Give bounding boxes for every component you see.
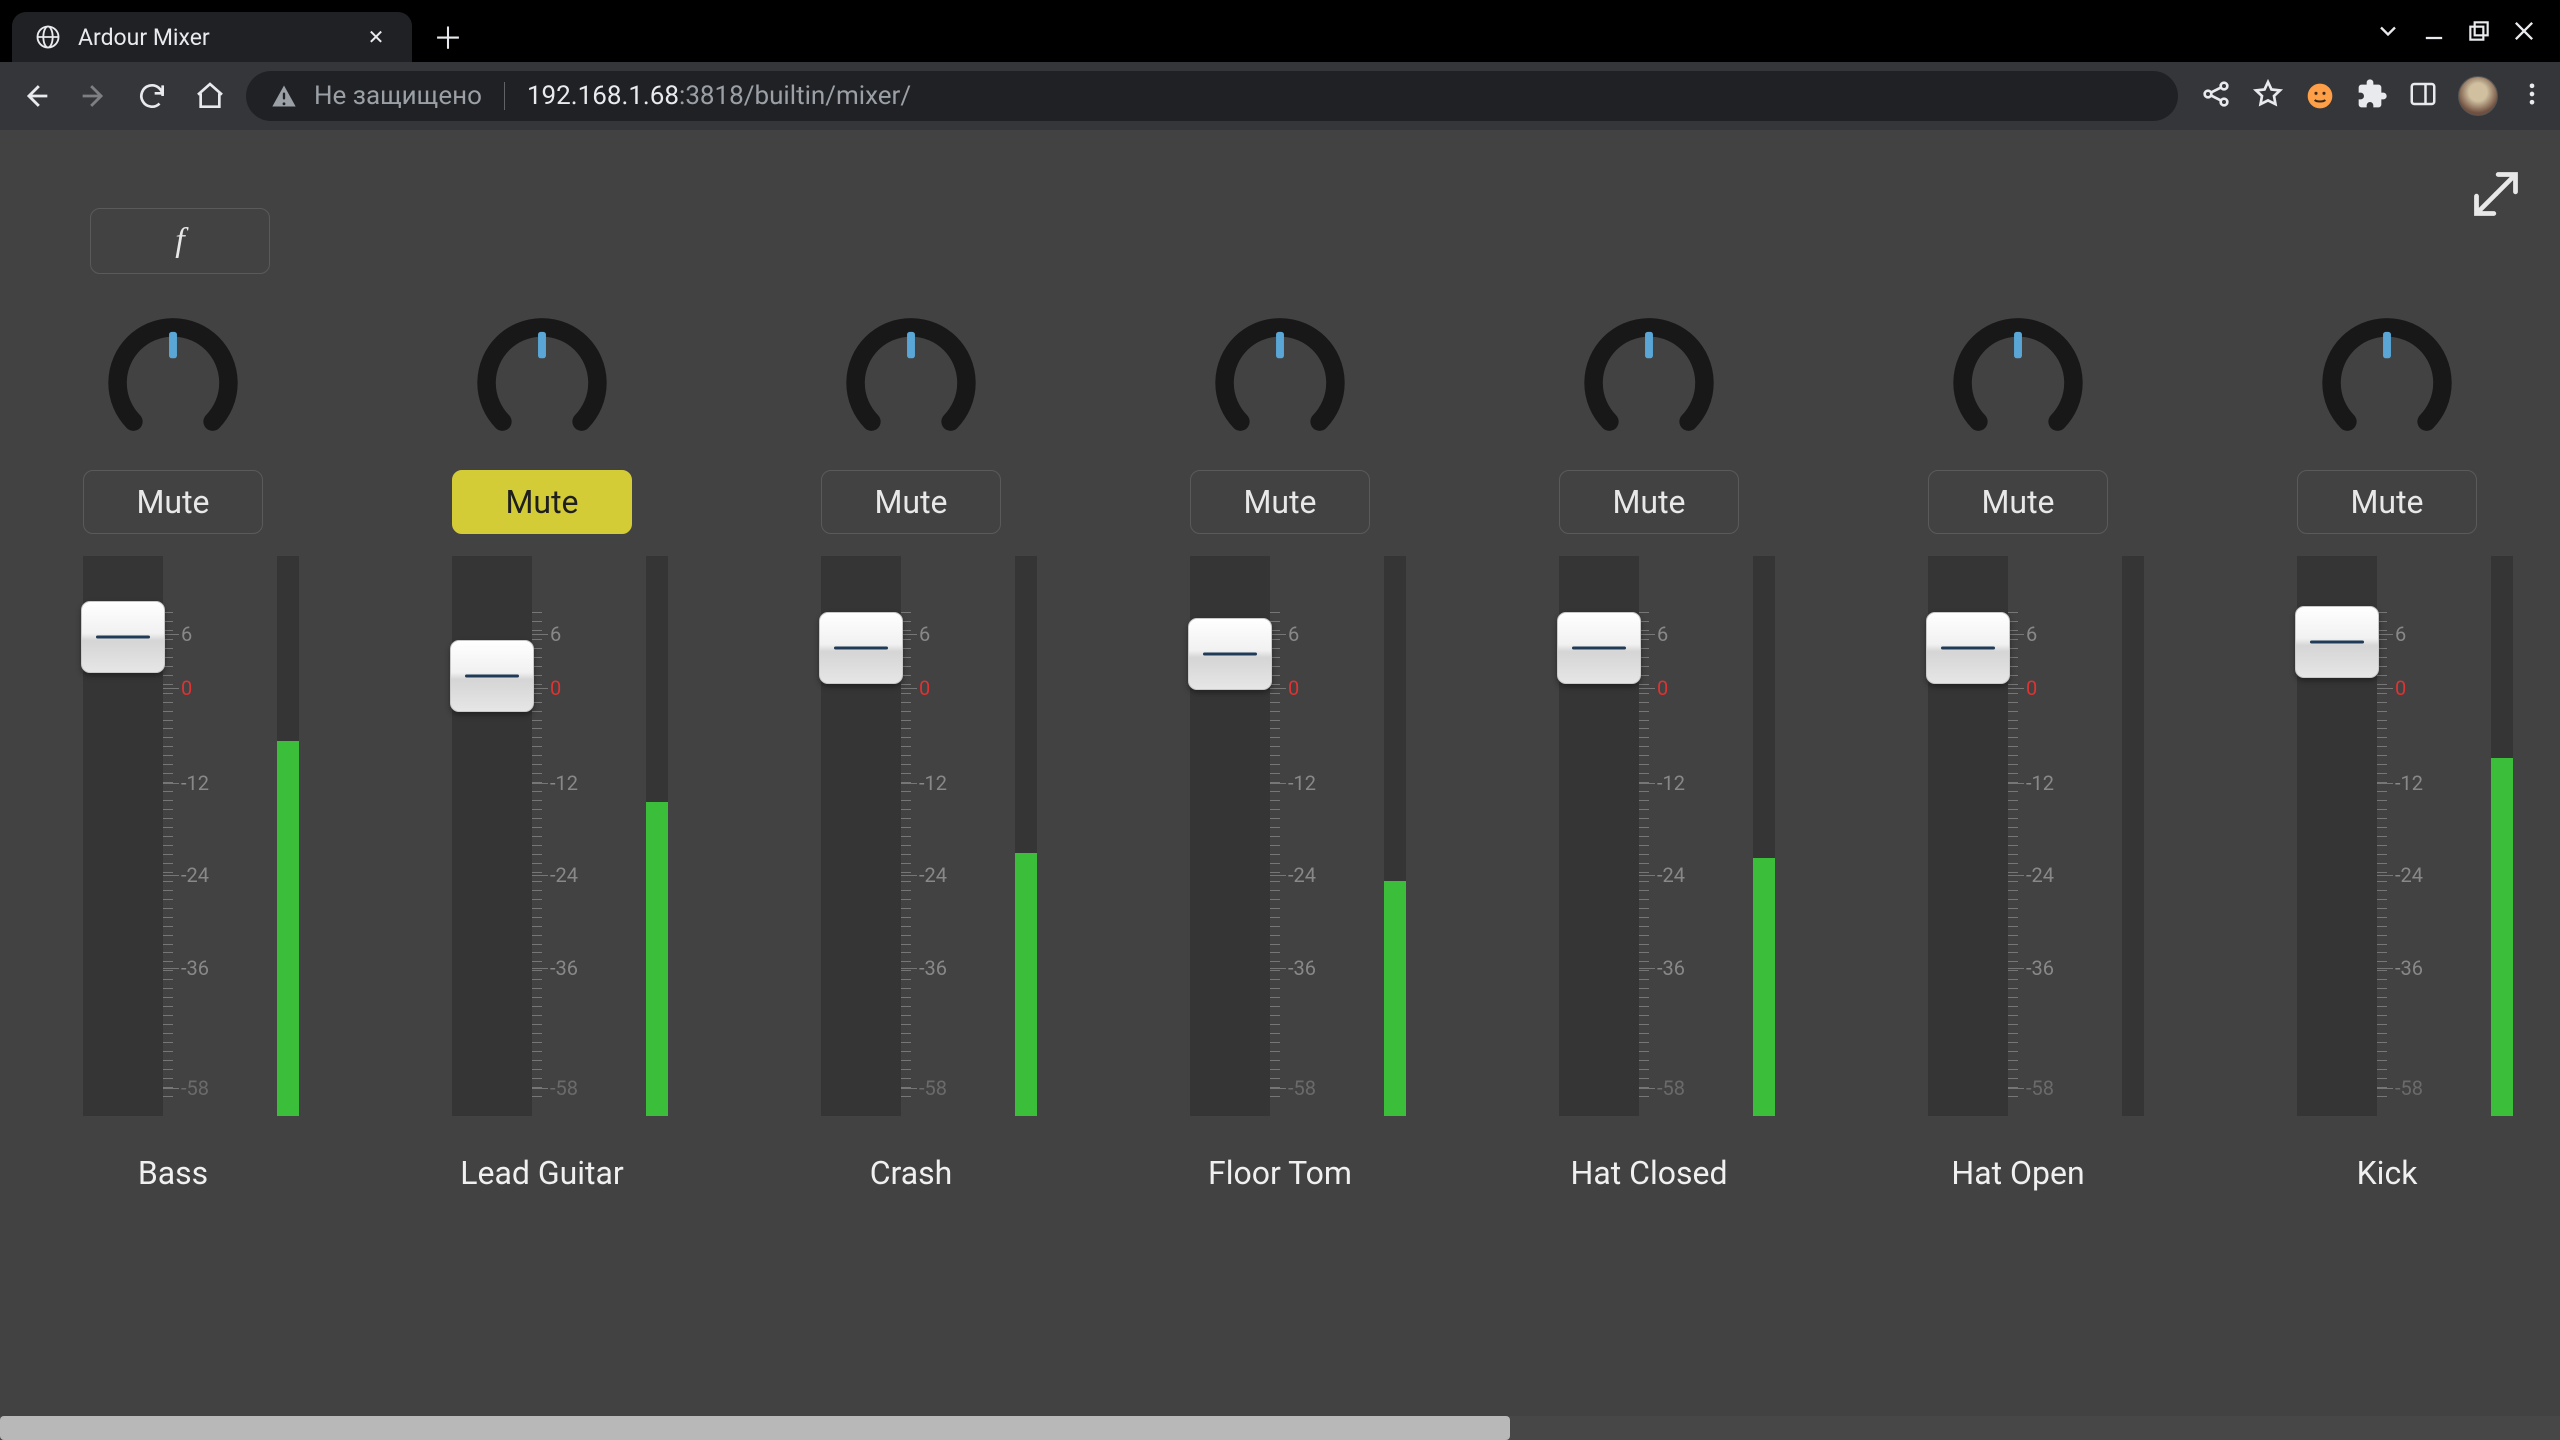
side-panel-icon[interactable] [2408, 79, 2438, 113]
fader-handle[interactable] [2295, 606, 2379, 678]
mixer-page: f Mute 60-12-24-36-58 Bass Mute 60-12-24-36… [0, 130, 2560, 1416]
db-scale: 60-12-24-36-58 [2377, 556, 2433, 1116]
mute-button[interactable]: Mute [1190, 470, 1370, 534]
level-meter [1753, 556, 1775, 1116]
fader-handle[interactable] [1188, 618, 1272, 690]
channel-name: Hat Open [1951, 1154, 2084, 1192]
mute-button[interactable]: Mute [452, 470, 632, 534]
pan-knob[interactable] [2321, 316, 2453, 448]
extensions-puzzle-icon[interactable] [2356, 78, 2388, 114]
fader: 60-12-24-36-58 [1559, 556, 1739, 1116]
fader: 60-12-24-36-58 [83, 556, 263, 1116]
channel-name: Kick [2357, 1154, 2418, 1192]
close-window-icon[interactable] [2510, 17, 2538, 45]
channel-name: Hat Closed [1570, 1154, 1727, 1192]
close-icon[interactable]: ✕ [362, 27, 390, 47]
new-tab-button[interactable]: ＋ [428, 16, 468, 56]
db-scale: 60-12-24-36-58 [901, 556, 957, 1116]
f-toggle-button[interactable]: f [90, 208, 270, 274]
url-text: 192.168.1.68:3818/builtin/mixer/ [527, 81, 911, 111]
channel-strip: Mute 60-12-24-36-58 Crash [816, 316, 1006, 1192]
browser-tab[interactable]: Ardour Mixer ✕ [12, 12, 412, 62]
window-titlebar: Ardour Mixer ✕ ＋ [0, 0, 2560, 62]
bookmark-star-icon[interactable] [2252, 78, 2284, 114]
profile-avatar[interactable] [2458, 76, 2498, 116]
level-meter [2122, 556, 2144, 1116]
mute-button[interactable]: Mute [1559, 470, 1739, 534]
db-scale: 60-12-24-36-58 [2008, 556, 2064, 1116]
db-scale: 60-12-24-36-58 [1639, 556, 1695, 1116]
pan-knob[interactable] [476, 316, 608, 448]
globe-icon [34, 23, 62, 51]
fader-handle[interactable] [450, 640, 534, 712]
channel-name: Crash [870, 1154, 953, 1192]
reload-button[interactable] [130, 74, 174, 118]
level-meter [1384, 556, 1406, 1116]
browser-toolbar: Не защищено 192.168.1.68:3818/builtin/mi… [0, 62, 2560, 130]
window-controls [2374, 6, 2538, 56]
channel-strip: Mute 60-12-24-36-58 Lead Guitar [447, 316, 637, 1192]
fader: 60-12-24-36-58 [452, 556, 632, 1116]
db-scale: 60-12-24-36-58 [532, 556, 588, 1116]
fader-handle[interactable] [819, 612, 903, 684]
mute-button[interactable]: Mute [821, 470, 1001, 534]
security-label: Не защищено [314, 81, 482, 111]
fader-handle[interactable] [81, 601, 165, 673]
channel-name: Bass [138, 1154, 208, 1192]
extension-icon[interactable] [2304, 80, 2336, 112]
channel-name: Lead Guitar [460, 1154, 624, 1192]
level-meter [2491, 556, 2513, 1116]
db-scale: 60-12-24-36-58 [163, 556, 219, 1116]
forward-button[interactable] [72, 74, 116, 118]
fader: 60-12-24-36-58 [2297, 556, 2477, 1116]
kebab-menu-icon[interactable] [2518, 80, 2546, 112]
channel-name: Floor Tom [1208, 1154, 1352, 1192]
maximize-icon[interactable] [2466, 18, 2492, 44]
fullscreen-button[interactable] [2468, 166, 2524, 222]
level-meter [277, 556, 299, 1116]
insecure-icon [270, 82, 298, 110]
pan-knob[interactable] [1583, 316, 1715, 448]
channel-strip: Mute 60-12-24-36-58 Hat Closed [1554, 316, 1744, 1192]
minimize-icon[interactable] [2420, 17, 2448, 45]
fader: 60-12-24-36-58 [821, 556, 1001, 1116]
level-meter [646, 556, 668, 1116]
mute-button[interactable]: Mute [1928, 470, 2108, 534]
channel-strip: Mute 60-12-24-36-58 Hat Open [1923, 316, 2113, 1192]
pan-knob[interactable] [1214, 316, 1346, 448]
chevron-down-icon[interactable] [2374, 17, 2402, 45]
tab-title: Ardour Mixer [78, 24, 346, 51]
fader: 60-12-24-36-58 [1928, 556, 2108, 1116]
back-button[interactable] [14, 74, 58, 118]
pan-knob[interactable] [845, 316, 977, 448]
address-bar[interactable]: Не защищено 192.168.1.68:3818/builtin/mi… [246, 71, 2178, 121]
horizontal-scrollbar[interactable] [0, 1416, 2560, 1440]
channel-strip: Mute 60-12-24-36-58 Kick [2292, 316, 2482, 1192]
channel-strip: Mute 60-12-24-36-58 Floor Tom [1185, 316, 1375, 1192]
mute-button[interactable]: Mute [83, 470, 263, 534]
share-icon[interactable] [2200, 78, 2232, 114]
fader-handle[interactable] [1926, 612, 2010, 684]
channel-strip: Mute 60-12-24-36-58 Bass [78, 316, 268, 1192]
mute-button[interactable]: Mute [2297, 470, 2477, 534]
db-scale: 60-12-24-36-58 [1270, 556, 1326, 1116]
fader-handle[interactable] [1557, 612, 1641, 684]
pan-knob[interactable] [1952, 316, 2084, 448]
pan-knob[interactable] [107, 316, 239, 448]
fader: 60-12-24-36-58 [1190, 556, 1370, 1116]
home-button[interactable] [188, 74, 232, 118]
level-meter [1015, 556, 1037, 1116]
